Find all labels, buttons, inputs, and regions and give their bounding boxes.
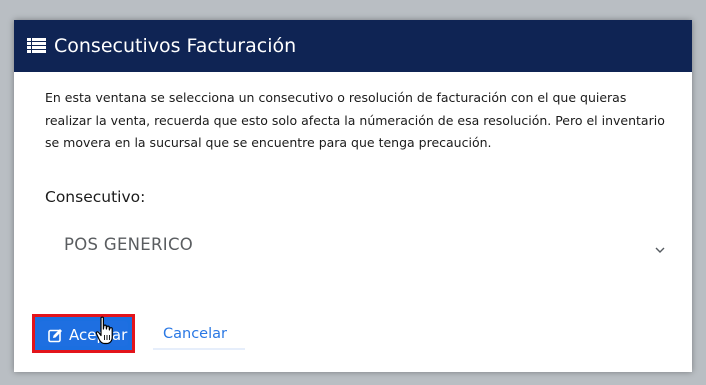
consecutivo-label: Consecutivo: bbox=[45, 188, 146, 206]
cancel-label: Cancelar bbox=[163, 326, 227, 342]
chevron-down-icon bbox=[655, 239, 665, 253]
consecutivo-select[interactable]: POS GENERICO bbox=[45, 222, 679, 268]
dialog-description: En esta ventana se selecciona un consecu… bbox=[45, 90, 665, 150]
hand-cursor-icon bbox=[95, 316, 117, 346]
edit-icon bbox=[48, 328, 63, 343]
dialog-title: Consecutivos Facturación bbox=[54, 35, 297, 57]
select-value: POS GENERICO bbox=[64, 235, 194, 254]
dialog-header: Consecutivos Facturación bbox=[14, 20, 692, 72]
cancel-button[interactable]: Cancelar bbox=[153, 320, 245, 350]
accept-button[interactable]: Aceptar bbox=[32, 314, 135, 353]
list-icon bbox=[27, 38, 46, 53]
